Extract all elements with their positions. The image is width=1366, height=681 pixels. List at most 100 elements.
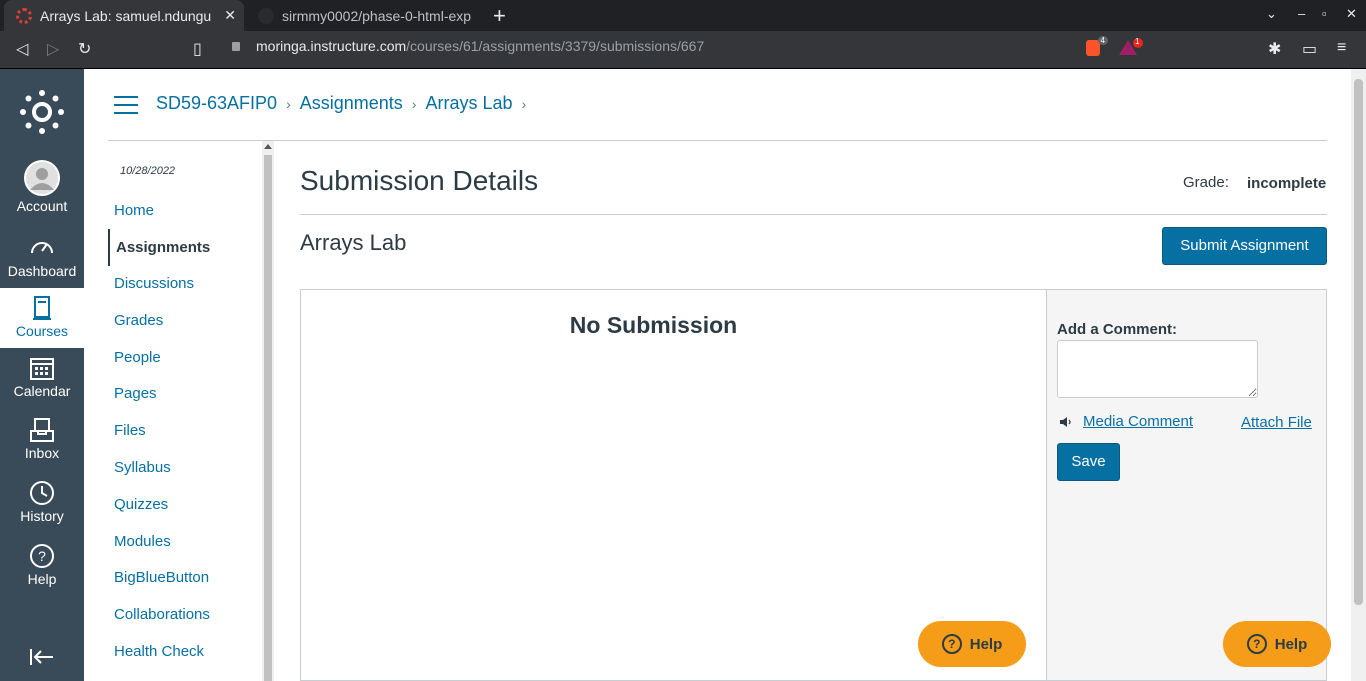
tab-list-icon[interactable]: ⌄ — [1266, 6, 1277, 22]
no-submission-text: No Submission — [569, 312, 738, 338]
nav-history-label: History — [20, 508, 64, 524]
comment-label: Add a Comment: — [1057, 321, 1177, 338]
bookmark-icon[interactable]: ▯ — [193, 39, 202, 59]
minimize-icon[interactable]: – — [1298, 6, 1305, 21]
course-nav-home[interactable]: Home — [114, 202, 154, 219]
maximize-icon[interactable]: ▫ — [1322, 6, 1327, 21]
chevron-right-icon: › — [411, 96, 417, 112]
title-divider — [300, 214, 1327, 215]
breadcrumb-assignments[interactable]: Assignments — [300, 93, 403, 113]
nav-dashboard-label: Dashboard — [7, 263, 77, 279]
course-navigation: 10/28/2022 Home Assignments Discussions … — [108, 141, 262, 681]
window-close-icon[interactable]: ✕ — [1346, 6, 1357, 22]
collapse-nav-icon[interactable] — [29, 647, 55, 667]
scroll-up-icon[interactable] — [264, 144, 272, 149]
browser-tab-bar: Arrays Lab: samuel.ndungu ✕ sirmmy0002/p… — [0, 0, 1366, 31]
tab-title: Arrays Lab: samuel.ndungu — [40, 7, 212, 24]
back-icon[interactable]: ◁ — [16, 39, 28, 59]
inbox-icon — [30, 418, 54, 442]
nav-inbox-label: Inbox — [24, 445, 60, 461]
help-icon: ? — [30, 544, 54, 568]
course-nav-bigbluebutton[interactable]: BigBlueButton — [114, 569, 209, 586]
assignment-name: Arrays Lab — [300, 230, 407, 255]
nav-account[interactable]: Account — [0, 160, 84, 222]
breadcrumb: SD59-63AFIP0 › Assignments › Arrays Lab › — [156, 93, 535, 114]
nav-help[interactable]: ? Help — [0, 543, 84, 605]
menu-icon[interactable]: ≡ — [1337, 39, 1346, 57]
grade-value: incomplete — [1247, 175, 1327, 192]
dashboard-icon — [31, 242, 53, 254]
comment-textarea[interactable] — [1057, 340, 1258, 398]
help-button-label: Help — [969, 635, 1003, 653]
canvas-favicon-icon — [16, 7, 32, 24]
course-nav-pages[interactable]: Pages — [114, 385, 157, 402]
chevron-right-icon: › — [521, 96, 527, 112]
question-icon: ? — [1246, 634, 1267, 654]
nav-calendar-label: Calendar — [13, 383, 71, 399]
course-nav-assignments[interactable]: Assignments — [108, 229, 210, 266]
course-nav-syllabus[interactable]: Syllabus — [114, 459, 171, 476]
nav-help-label: Help — [27, 571, 57, 587]
history-icon — [30, 481, 54, 505]
help-button[interactable]: ? Help — [918, 621, 1026, 667]
nav-courses-label: Courses — [15, 323, 69, 339]
course-nav-modules[interactable]: Modules — [114, 533, 171, 550]
new-tab-icon[interactable]: + — [493, 3, 506, 29]
submit-assignment-button[interactable]: Submit Assignment — [1162, 227, 1327, 265]
help-button-label: Help — [1274, 635, 1308, 653]
forward-icon[interactable]: ▷ — [47, 39, 59, 59]
hamburger-line — [114, 96, 138, 98]
breadcrumb-course[interactable]: SD59-63AFIP0 — [156, 93, 277, 113]
course-nav-quizzes[interactable]: Quizzes — [114, 496, 168, 513]
avatar-icon — [24, 160, 60, 196]
browser-tab-inactive[interactable]: sirmmy0002/phase-0-html-exp — [246, 0, 478, 31]
course-nav-files[interactable]: Files — [114, 422, 146, 439]
course-nav-discussions[interactable]: Discussions — [114, 275, 194, 292]
courses-icon — [33, 296, 51, 320]
github-favicon-icon — [258, 7, 274, 24]
help-button-right[interactable]: ? Help — [1223, 621, 1331, 667]
reload-icon[interactable]: ↻ — [78, 39, 91, 59]
question-icon: ? — [941, 634, 962, 654]
url-path: /courses/61/assignments/3379/submissions… — [406, 38, 705, 54]
canvas-logo-icon[interactable] — [20, 90, 64, 134]
chevron-right-icon: › — [286, 96, 291, 112]
course-nav-scrollbar[interactable] — [262, 141, 274, 681]
course-nav-grades[interactable]: Grades — [114, 312, 163, 329]
url-field[interactable]: moringa.instructure.com/courses/61/assig… — [256, 38, 704, 54]
tab-close-icon[interactable]: ✕ — [224, 7, 236, 24]
page-scrollbar-thumb[interactable] — [1354, 79, 1363, 605]
calendar-icon — [30, 358, 54, 380]
save-comment-button[interactable]: Save — [1057, 443, 1120, 481]
tab-title: sirmmy0002/phase-0-html-exp — [282, 7, 472, 24]
nav-calendar[interactable]: Calendar — [0, 355, 84, 417]
scrollbar-thumb[interactable] — [264, 155, 272, 681]
nav-history[interactable]: History — [0, 480, 84, 542]
url-host: moringa.instructure.com — [256, 38, 407, 54]
rewards-badge: 1 — [1133, 37, 1143, 48]
page-scrollbar[interactable] — [1351, 69, 1366, 681]
attach-file-link[interactable]: Attach File — [1241, 414, 1312, 431]
breadcrumb-assignment[interactable]: Arrays Lab — [425, 93, 512, 113]
shield-badge: 4 — [1097, 36, 1108, 45]
global-navigation: Account Dashboard Courses Calendar Inbox — [0, 69, 84, 681]
brave-shield-icon[interactable]: 4 — [1086, 36, 1108, 56]
nav-account-label: Account — [16, 198, 68, 214]
browser-tab-active[interactable]: Arrays Lab: samuel.ndungu ✕ — [4, 0, 244, 31]
lock-icon — [232, 42, 240, 51]
course-nav-collaborations[interactable]: Collaborations — [114, 606, 210, 623]
extensions-icon[interactable]: ✱ — [1268, 39, 1281, 59]
svg-text:?: ? — [38, 548, 46, 564]
rewards-badge-count: 1 — [1135, 37, 1140, 46]
hamburger-line — [114, 112, 138, 114]
course-date: 10/28/2022 — [120, 165, 176, 177]
media-comment-link[interactable]: Media Comment — [1083, 413, 1193, 430]
course-nav-health-check[interactable]: Health Check — [114, 643, 204, 660]
grade-label: Grade: — [1183, 174, 1229, 191]
course-nav-people[interactable]: People — [114, 349, 161, 366]
wallet-icon[interactable]: ▭ — [1302, 39, 1317, 59]
course-menu-toggle[interactable] — [114, 96, 138, 114]
hamburger-line — [114, 104, 138, 106]
nav-courses[interactable]: Courses — [0, 288, 84, 348]
nav-inbox[interactable]: Inbox — [0, 417, 84, 479]
